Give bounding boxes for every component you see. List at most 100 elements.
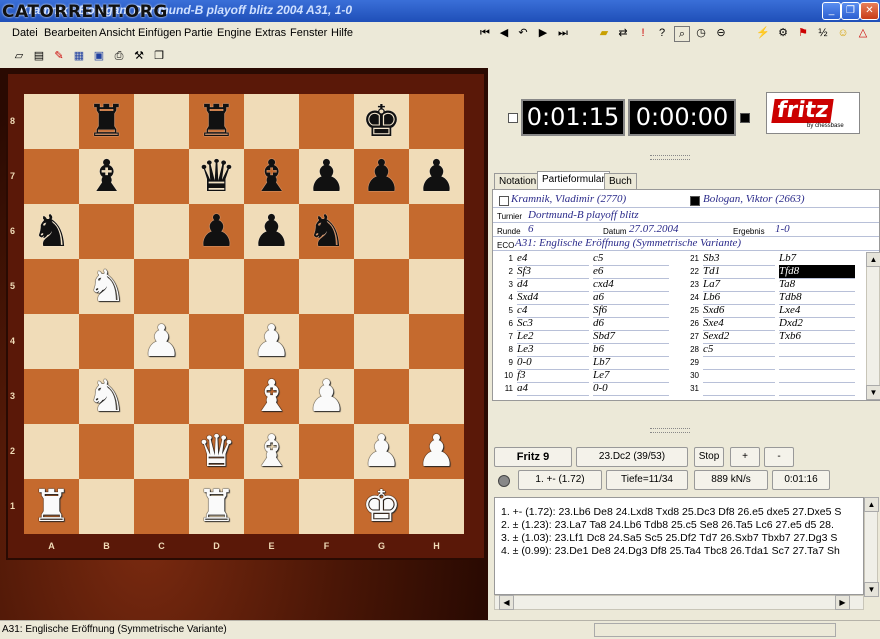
minimize-icon[interactable]: _ — [822, 2, 841, 20]
black-move[interactable]: Ta8 — [779, 278, 855, 292]
black-move[interactable]: c5 — [593, 252, 669, 266]
white-move[interactable] — [703, 369, 775, 383]
square-a3[interactable] — [24, 369, 79, 424]
square-a2[interactable] — [24, 424, 79, 479]
analysis-v-scrollbar[interactable]: ▲ ▼ — [864, 497, 879, 597]
white-player[interactable]: Kramnik, Vladimir (2770) — [511, 193, 626, 205]
black-move[interactable]: Lxe4 — [779, 304, 855, 318]
square-h7[interactable]: ♟ — [409, 149, 464, 204]
analysis-h-scrollbar[interactable]: ◀ ▶ — [494, 595, 864, 610]
splitter-grip[interactable] — [650, 155, 690, 160]
white-move[interactable] — [703, 382, 775, 396]
square-d7[interactable]: ♛ — [189, 149, 244, 204]
square-g1[interactable]: ♚ — [354, 479, 409, 534]
white-move[interactable]: e4 — [517, 252, 589, 266]
white-move[interactable]: c4 — [517, 304, 589, 318]
square-c7[interactable] — [134, 149, 189, 204]
square-g3[interactable] — [354, 369, 409, 424]
black-move[interactable] — [779, 382, 855, 396]
black-king-icon[interactable]: ♚ — [362, 94, 401, 149]
eraser-icon[interactable]: ▱ — [12, 49, 26, 63]
black-move[interactable] — [779, 343, 855, 357]
flip-board-icon[interactable]: ⇄ — [616, 26, 630, 40]
square-h4[interactable] — [409, 314, 464, 369]
square-g8[interactable]: ♚ — [354, 94, 409, 149]
black-move[interactable]: b6 — [593, 343, 669, 357]
chess-board[interactable]: ♜ ♜ ♚ ♝ ♛ ♝ ♟ ♟ ♟ ♞ ♟ ♟ ♞ ♞ ♟ ♟ ♞ ♝ ♟ ♛ ♝ ♟ ♟ ♜ ♜ ♚ — [24, 94, 464, 534]
white-move[interactable]: Sf3 — [517, 265, 589, 279]
eco[interactable]: A31: Englische Eröffnung (Symmetrische V… — [515, 237, 741, 249]
tab-partieformular[interactable]: Partieformular — [537, 171, 610, 190]
square-c5[interactable] — [134, 259, 189, 314]
square-g2[interactable]: ♟ — [354, 424, 409, 479]
black-queen-icon[interactable]: ♛ — [197, 149, 236, 204]
menu-fenster[interactable]: Fenster — [290, 27, 327, 39]
square-d8[interactable]: ♜ — [189, 94, 244, 149]
white-move[interactable]: Le3 — [517, 343, 589, 357]
white-pawn-icon[interactable]: ♟ — [142, 314, 181, 369]
next-move-icon[interactable]: ▶ — [536, 26, 550, 40]
square-c3[interactable] — [134, 369, 189, 424]
square-a4[interactable] — [24, 314, 79, 369]
menu-bearbeiten[interactable]: Bearbeiten — [44, 27, 97, 39]
board-icon[interactable]: ▦ — [72, 49, 86, 63]
square-a8[interactable] — [24, 94, 79, 149]
square-a1[interactable]: ♜ — [24, 479, 79, 534]
white-move[interactable]: Le2 — [517, 330, 589, 344]
square-f1[interactable] — [299, 479, 354, 534]
square-e6[interactable]: ♟ — [244, 204, 299, 259]
white-knight-icon[interactable]: ♞ — [87, 259, 126, 314]
black-move[interactable]: cxd4 — [593, 278, 669, 292]
lightning-icon[interactable]: ⚡ — [756, 26, 770, 40]
black-move[interactable]: Le7 — [593, 369, 669, 383]
white-player-checkbox[interactable] — [499, 196, 509, 206]
white-move[interactable]: Sxe4 — [703, 317, 775, 331]
square-d1[interactable]: ♜ — [189, 479, 244, 534]
square-d4[interactable] — [189, 314, 244, 369]
engine-status-icon[interactable] — [498, 475, 510, 487]
square-b1[interactable] — [79, 479, 134, 534]
white-move[interactable]: Sexd2 — [703, 330, 775, 344]
square-c6[interactable] — [134, 204, 189, 259]
square-g6[interactable] — [354, 204, 409, 259]
square-f2[interactable] — [299, 424, 354, 479]
first-move-icon[interactable]: ⏮ — [478, 26, 492, 40]
scroll-down-icon[interactable]: ▼ — [866, 385, 880, 400]
white-move[interactable]: Sc3 — [517, 317, 589, 331]
white-move[interactable]: Sxd6 — [703, 304, 775, 318]
white-move[interactable] — [703, 356, 775, 370]
zoom-icon[interactable]: ⌕ — [674, 26, 690, 42]
scroll-right-icon[interactable]: ▶ — [835, 595, 850, 610]
white-move[interactable]: Td1 — [703, 265, 775, 279]
square-f3[interactable]: ♟ — [299, 369, 354, 424]
black-clock-checkbox[interactable] — [740, 113, 750, 123]
white-move[interactable]: a4 — [517, 382, 589, 396]
square-d5[interactable] — [189, 259, 244, 314]
moves-scrollbar[interactable]: ▲ ▼ — [866, 252, 880, 400]
black-knight-icon[interactable]: ♞ — [307, 204, 346, 259]
question-icon[interactable]: ? — [655, 26, 669, 40]
flag-icon[interactable]: ⚑ — [796, 26, 810, 40]
book-icon[interactable]: ▤ — [32, 49, 46, 63]
square-e5[interactable] — [244, 259, 299, 314]
black-move[interactable]: d6 — [593, 317, 669, 331]
square-d6[interactable]: ♟ — [189, 204, 244, 259]
square-c1[interactable] — [134, 479, 189, 534]
engine-name[interactable]: Fritz 9 — [494, 447, 572, 467]
square-b8[interactable]: ♜ — [79, 94, 134, 149]
splitter-grip-2[interactable] — [650, 428, 690, 433]
white-pawn-icon[interactable]: ♟ — [307, 369, 346, 424]
square-c4[interactable]: ♟ — [134, 314, 189, 369]
tournament[interactable]: Dortmund-B playoff blitz — [528, 209, 639, 221]
square-e1[interactable] — [244, 479, 299, 534]
square-c2[interactable] — [134, 424, 189, 479]
black-bishop-icon[interactable]: ♝ — [87, 149, 126, 204]
black-move[interactable]: Lb7 — [593, 356, 669, 370]
black-move[interactable]: Sf6 — [593, 304, 669, 318]
square-b7[interactable]: ♝ — [79, 149, 134, 204]
previous-move-icon[interactable]: ◀ — [497, 26, 511, 40]
hint-icon[interactable]: ! — [636, 26, 650, 40]
add-line-button[interactable]: + — [730, 447, 760, 467]
black-move[interactable]: a6 — [593, 291, 669, 305]
black-move[interactable] — [779, 356, 855, 370]
